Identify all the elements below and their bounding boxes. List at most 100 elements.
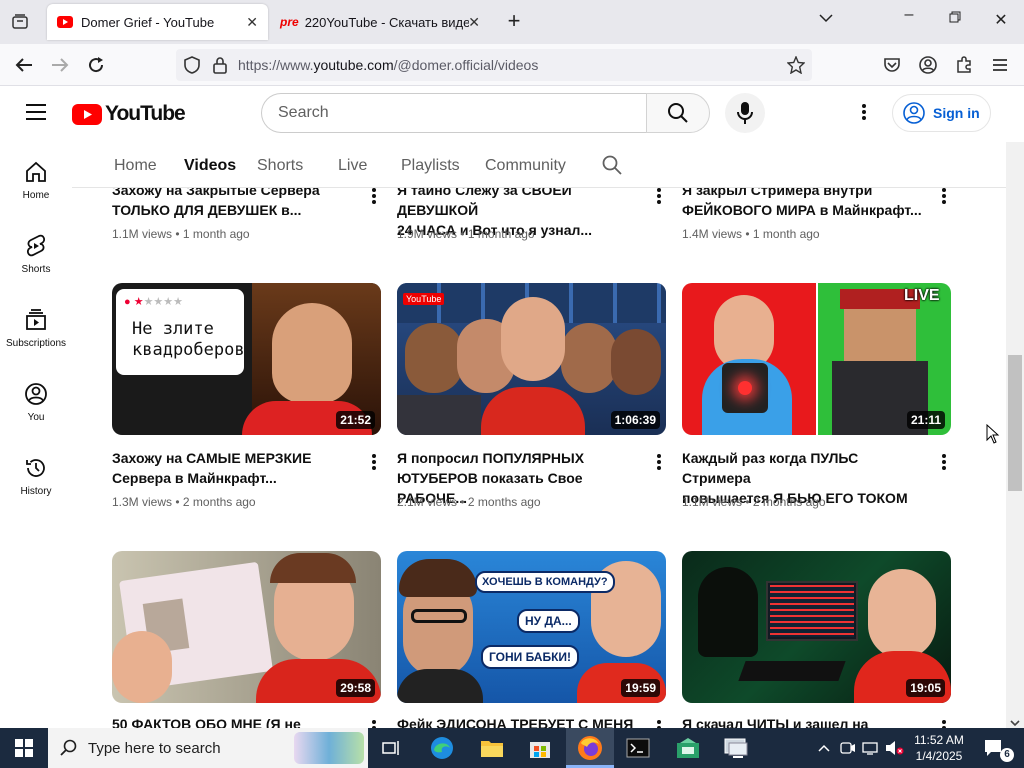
video-meta: 1.3M views • 2 months ago (112, 495, 256, 509)
video-meta: 1.1M views • 1 month ago (112, 227, 250, 241)
microphone-icon (737, 102, 753, 124)
task-view-icon[interactable] (378, 734, 406, 762)
video-title[interactable]: Я закрыл Стримера внутри ФЕЙКОВОГО МИРА в… (682, 188, 922, 220)
terminal-icon[interactable] (624, 734, 652, 762)
taskbar-search-placeholder: Type here to search (88, 740, 221, 757)
forward-arrow-icon[interactable] (48, 53, 72, 77)
url-text[interactable]: https://www.youtube.com/@domer.official/… (238, 57, 538, 73)
sidebar-item-shorts[interactable]: Shorts (0, 234, 72, 275)
video-thumbnail[interactable]: ХОЧЕШЬ В КОМАНДУ? НУ ДА... ГОНИ БАБКИ! 1… (397, 551, 666, 703)
video-meta: 1.1M views • 2 months ago (682, 495, 826, 509)
video-meta: 1.4M views • 1 month ago (682, 227, 820, 241)
back-arrow-icon[interactable] (12, 53, 36, 77)
edge-browser-icon[interactable] (428, 734, 456, 762)
channel-search-icon[interactable] (602, 155, 622, 180)
user-circle-icon (903, 102, 925, 124)
reload-icon[interactable] (84, 53, 108, 77)
thumbnail-overlay-text: ГОНИ БАБКИ! (481, 645, 580, 669)
video-meta: 2.1M views • 2 months ago (397, 495, 541, 509)
tab-overview-icon[interactable] (8, 10, 32, 34)
video-menu-icon[interactable] (654, 188, 664, 206)
video-thumbnail[interactable]: ● ★★★★★ Не злите квадроберов 21:52 (112, 283, 381, 435)
volume-muted-icon[interactable] (880, 734, 908, 762)
video-thumbnail[interactable]: YouTube 1:06:39 (397, 283, 666, 435)
sidebar-item-label: Shorts (21, 264, 51, 275)
browser-tab-downloader[interactable]: pre 220YouTube - Скачать видео с ✕ (270, 4, 490, 40)
remote-desktop-icon[interactable] (722, 734, 750, 762)
tab-home[interactable]: Home (114, 157, 157, 175)
video-menu-icon[interactable] (939, 718, 949, 728)
tab-shorts[interactable]: Shorts (257, 157, 303, 175)
close-tab-icon[interactable]: ✕ (468, 14, 480, 31)
sidebar-item-history[interactable]: History (0, 456, 72, 497)
sign-in-button[interactable]: Sign in (892, 94, 991, 132)
shield-icon[interactable] (180, 53, 204, 77)
tab-community[interactable]: Community (485, 157, 566, 175)
tab-live[interactable]: Live (338, 157, 367, 175)
browser-tab-youtube[interactable]: Domer Grief - YouTube ✕ (47, 4, 268, 40)
pocket-icon[interactable] (880, 53, 904, 77)
firefox-icon[interactable] (576, 734, 604, 762)
lock-icon[interactable] (208, 53, 232, 77)
browser-tab-bar: Domer Grief - YouTube ✕ pre 220YouTube -… (0, 0, 1024, 44)
video-title[interactable]: Фейк ЭДИСОНА ТРЕБУЕТ С МЕНЯ (397, 714, 637, 728)
list-tabs-chevron-icon[interactable] (814, 10, 838, 28)
thumbnail-overlay-text: НУ ДА... (517, 609, 580, 633)
youtube-logo[interactable]: YouTube (72, 102, 186, 126)
video-menu-icon[interactable] (369, 452, 379, 472)
video-title[interactable]: Захожу на Закрытые Сервера ТОЛЬКО ДЛЯ ДЕВ… (112, 188, 352, 220)
video-menu-icon[interactable] (939, 188, 949, 206)
search-highlight-image (294, 732, 364, 764)
video-title[interactable]: Захожу на САМЫЕ МЕРЗКИЕ Сервера в Майнкра… (112, 448, 352, 488)
minimize-icon[interactable]: – (897, 6, 921, 24)
paint-app-icon[interactable] (674, 734, 702, 762)
video-thumbnail[interactable]: 29:58 (112, 551, 381, 703)
settings-kebab-icon[interactable] (858, 102, 870, 122)
new-tab-icon[interactable]: + (502, 8, 526, 34)
sign-in-label: Sign in (933, 105, 980, 121)
app-menu-icon[interactable] (988, 53, 1012, 77)
rating-stars: ● ★★★★★ (124, 296, 184, 308)
bookmark-star-icon[interactable] (784, 53, 808, 77)
tab-title: Domer Grief - YouTube (81, 14, 215, 30)
browser-nav-bar: https://www.youtube.com/@domer.official/… (0, 44, 1024, 86)
video-title[interactable]: 50 ФАКТОВ ОБО МНЕ (Я не Сергей) (112, 714, 352, 728)
voice-search-button[interactable] (725, 93, 765, 133)
sidebar-item-label: You (27, 412, 45, 423)
extensions-icon[interactable] (952, 53, 976, 77)
sidebar-item-label: Subscriptions (5, 338, 67, 349)
sidebar-item-subscriptions[interactable]: Subscriptions (0, 308, 72, 349)
guide-menu-icon[interactable] (24, 102, 48, 127)
video-meta: 1.9M views • 1 month ago (397, 227, 535, 241)
notifications-icon[interactable]: 6 (980, 734, 1014, 762)
video-title[interactable]: Я скачал ЧИТЫ и зашел на (682, 714, 922, 728)
tab-videos[interactable]: Videos (184, 157, 236, 175)
video-menu-icon[interactable] (369, 188, 379, 206)
search-input[interactable]: Search (261, 93, 647, 133)
address-bar[interactable]: https://www.youtube.com/@domer.official/… (176, 49, 812, 81)
close-tab-icon[interactable]: ✕ (246, 14, 258, 31)
search-button[interactable] (646, 93, 710, 133)
taskbar-clock[interactable]: 11:52 AM 1/4/2025 (912, 732, 966, 764)
video-menu-icon[interactable] (654, 452, 664, 472)
sidebar-item-you[interactable]: You (0, 382, 72, 423)
video-thumbnail[interactable]: 19:05 (682, 551, 951, 703)
search-icon (60, 739, 77, 756)
close-window-icon[interactable]: ✕ (989, 10, 1013, 30)
maximize-icon[interactable] (943, 10, 967, 28)
video-duration: 1:06:39 (610, 411, 660, 429)
sidebar-item-home[interactable]: Home (0, 160, 72, 201)
video-menu-icon[interactable] (939, 452, 949, 472)
windows-start-icon[interactable] (10, 734, 38, 762)
video-menu-icon[interactable] (369, 718, 379, 728)
taskbar-search-input[interactable]: Type here to search (48, 728, 368, 768)
video-duration: 21:11 (906, 411, 945, 429)
scrollbar-thumb[interactable] (1008, 355, 1022, 491)
video-menu-icon[interactable] (654, 718, 664, 728)
account-icon[interactable] (916, 53, 940, 77)
tab-playlists[interactable]: Playlists (401, 157, 460, 175)
file-explorer-icon[interactable] (478, 734, 506, 762)
video-thumbnail[interactable]: LIVE 21:11 (682, 283, 951, 435)
microsoft-store-icon[interactable] (526, 734, 554, 762)
video-duration: 19:05 (906, 679, 945, 697)
